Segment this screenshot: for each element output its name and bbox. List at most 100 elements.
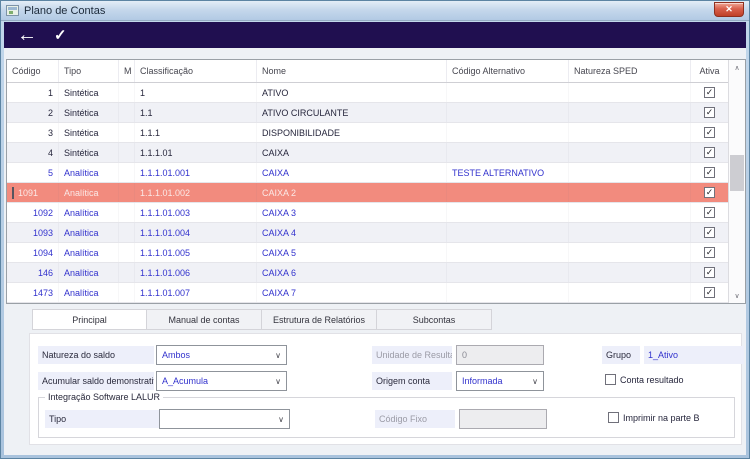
cell-codigo_alternativo (447, 263, 569, 282)
cell-m (119, 183, 135, 202)
scroll-up-icon[interactable]: ∧ (729, 60, 745, 75)
cell-classificacao: 1.1.1.01.003 (135, 203, 257, 222)
cell-tipo: Analítica (59, 203, 119, 222)
cell-nome: CAIXA 7 (257, 283, 447, 302)
cell-ativa: ✓ (691, 83, 728, 102)
column-header-ativa[interactable]: Ativa (691, 60, 728, 82)
ativa-checkbox[interactable]: ✓ (704, 87, 715, 98)
cell-ativa: ✓ (691, 283, 728, 302)
grupo-value: 1_Ativo (644, 346, 744, 364)
cell-ativa: ✓ (691, 143, 728, 162)
imprimir-parte-b-checkbox-row: Imprimir na parte B (608, 412, 700, 423)
ativa-checkbox[interactable]: ✓ (704, 127, 715, 138)
unidade-de-resultado-field: 0 (456, 345, 544, 365)
table-row[interactable]: 1093 Analítica 1.1.1.01.004 CAIXA 4 ✓ (7, 223, 728, 243)
cell-natureza_sped (569, 283, 691, 302)
ativa-checkbox[interactable]: ✓ (704, 267, 715, 278)
origem-conta-select[interactable]: Informada ∨ (456, 371, 544, 391)
column-header-tipo[interactable]: Tipo (59, 60, 119, 82)
close-button[interactable]: ✕ (714, 2, 744, 17)
cell-natureza_sped (569, 183, 691, 202)
tab-principal[interactable]: Principal (32, 309, 147, 330)
tab-manual-de-contas[interactable]: Manual de contas (147, 309, 262, 330)
cell-codigo: 3 (7, 123, 59, 142)
cell-tipo: Sintética (59, 123, 119, 142)
column-header-classificação[interactable]: Classificação (135, 60, 257, 82)
acumular-saldo-select[interactable]: A_Acumula ∨ (156, 371, 287, 391)
label-grupo: Grupo (602, 346, 640, 364)
tab-subcontas[interactable]: Subcontas (377, 309, 492, 330)
cell-m (119, 83, 135, 102)
table-row[interactable]: 1092 Analítica 1.1.1.01.003 CAIXA 3 ✓ (7, 203, 728, 223)
acumular-saldo-value: A_Acumula (162, 376, 209, 386)
label-tipo: Tipo (45, 410, 161, 428)
cell-natureza_sped (569, 83, 691, 102)
table-row[interactable]: 4 Sintética 1.1.1.01 CAIXA ✓ (7, 143, 728, 163)
cell-tipo: Analítica (59, 183, 119, 202)
cell-tipo: Analítica (59, 223, 119, 242)
confirm-check-icon[interactable]: ✓ (54, 28, 67, 43)
column-header-nome[interactable]: Nome (257, 60, 447, 82)
label-codigo-fixo: Código Fixo (375, 410, 455, 428)
conta-resultado-checkbox[interactable] (605, 374, 616, 385)
cell-codigo_alternativo (447, 283, 569, 302)
cell-tipo: Analítica (59, 243, 119, 262)
table-body: 1 Sintética 1 ATIVO ✓ 2 Sintética 1.1 ATIVO CIRC… (7, 83, 728, 303)
column-header-código-alternativo[interactable]: Código Alternativo (447, 60, 569, 82)
label-natureza-do-saldo: Natureza do saldo (38, 346, 154, 364)
origem-conta-value: Informada (462, 376, 503, 386)
cell-nome: CAIXA 6 (257, 263, 447, 282)
cell-m (119, 103, 135, 122)
ativa-checkbox[interactable]: ✓ (704, 287, 715, 298)
ativa-checkbox[interactable]: ✓ (704, 187, 715, 198)
cell-ativa: ✓ (691, 183, 728, 202)
cell-nome: CAIXA (257, 143, 447, 162)
cell-natureza_sped (569, 263, 691, 282)
window-title: Plano de Contas (24, 4, 106, 17)
label-origem-conta: Origem conta (372, 372, 452, 390)
tab-estrutura-de-relatórios[interactable]: Estrutura de Relatórios (262, 309, 377, 330)
vertical-scrollbar[interactable]: ∧ ∨ (728, 60, 745, 303)
table-row[interactable]: 1473 Analítica 1.1.1.01.007 CAIXA 7 ✓ (7, 283, 728, 303)
ativa-checkbox[interactable]: ✓ (704, 167, 715, 178)
ativa-checkbox[interactable]: ✓ (704, 207, 715, 218)
back-arrow-icon[interactable]: ← (17, 25, 37, 45)
cell-classificacao: 1.1.1 (135, 123, 257, 142)
ativa-checkbox[interactable]: ✓ (704, 247, 715, 258)
cell-m (119, 263, 135, 282)
title-bar: Plano de Contas ✕ (1, 1, 749, 21)
toolbar: ← ✓ (4, 22, 746, 48)
cell-nome: CAIXA (257, 163, 447, 182)
table-row[interactable]: 2 Sintética 1.1 ATIVO CIRCULANTE ✓ (7, 103, 728, 123)
table-row[interactable]: 3 Sintética 1.1.1 DISPONIBILIDADE ✓ (7, 123, 728, 143)
tab-page-principal: Natureza do saldo Ambos ∨ Unidade de Res… (29, 333, 744, 445)
imprimir-parte-b-checkbox[interactable] (608, 412, 619, 423)
ativa-checkbox[interactable]: ✓ (704, 227, 715, 238)
scrollbar-thumb[interactable] (730, 155, 744, 191)
scroll-down-icon[interactable]: ∨ (729, 288, 745, 303)
cell-ativa: ✓ (691, 103, 728, 122)
cell-codigo_alternativo (447, 103, 569, 122)
tipo-select[interactable]: ∨ (159, 409, 290, 429)
cell-classificacao: 1.1.1.01.002 (135, 183, 257, 202)
lalur-legend: Integração Software LALUR (48, 392, 161, 402)
cell-m (119, 243, 135, 262)
ativa-checkbox[interactable]: ✓ (704, 147, 715, 158)
accounts-grid-main: Código Tipo M Classificação Nome Código Alter… (7, 60, 728, 303)
table-row[interactable]: 1091 Analítica 1.1.1.01.002 CAIXA 2 ✓ (7, 183, 728, 203)
table-row[interactable]: 1094 Analítica 1.1.1.01.005 CAIXA 5 ✓ (7, 243, 728, 263)
cell-classificacao: 1.1.1.01.005 (135, 243, 257, 262)
table-row[interactable]: 5 Analítica 1.1.1.01.001 CAIXA TESTE ALTERNA… (7, 163, 728, 183)
table-row[interactable]: 1 Sintética 1 ATIVO ✓ (7, 83, 728, 103)
column-header-m[interactable]: M (119, 60, 135, 82)
cell-natureza_sped (569, 143, 691, 162)
natureza-do-saldo-select[interactable]: Ambos ∨ (156, 345, 287, 365)
table-row[interactable]: 146 Analítica 1.1.1.01.006 CAIXA 6 ✓ (7, 263, 728, 283)
column-header-código[interactable]: Código (7, 60, 59, 82)
ativa-checkbox[interactable]: ✓ (704, 107, 715, 118)
cell-codigo_alternativo (447, 223, 569, 242)
cell-nome: CAIXA 2 (257, 183, 447, 202)
cell-natureza_sped (569, 123, 691, 142)
column-header-natureza-sped[interactable]: Natureza SPED (569, 60, 691, 82)
cell-m (119, 283, 135, 302)
